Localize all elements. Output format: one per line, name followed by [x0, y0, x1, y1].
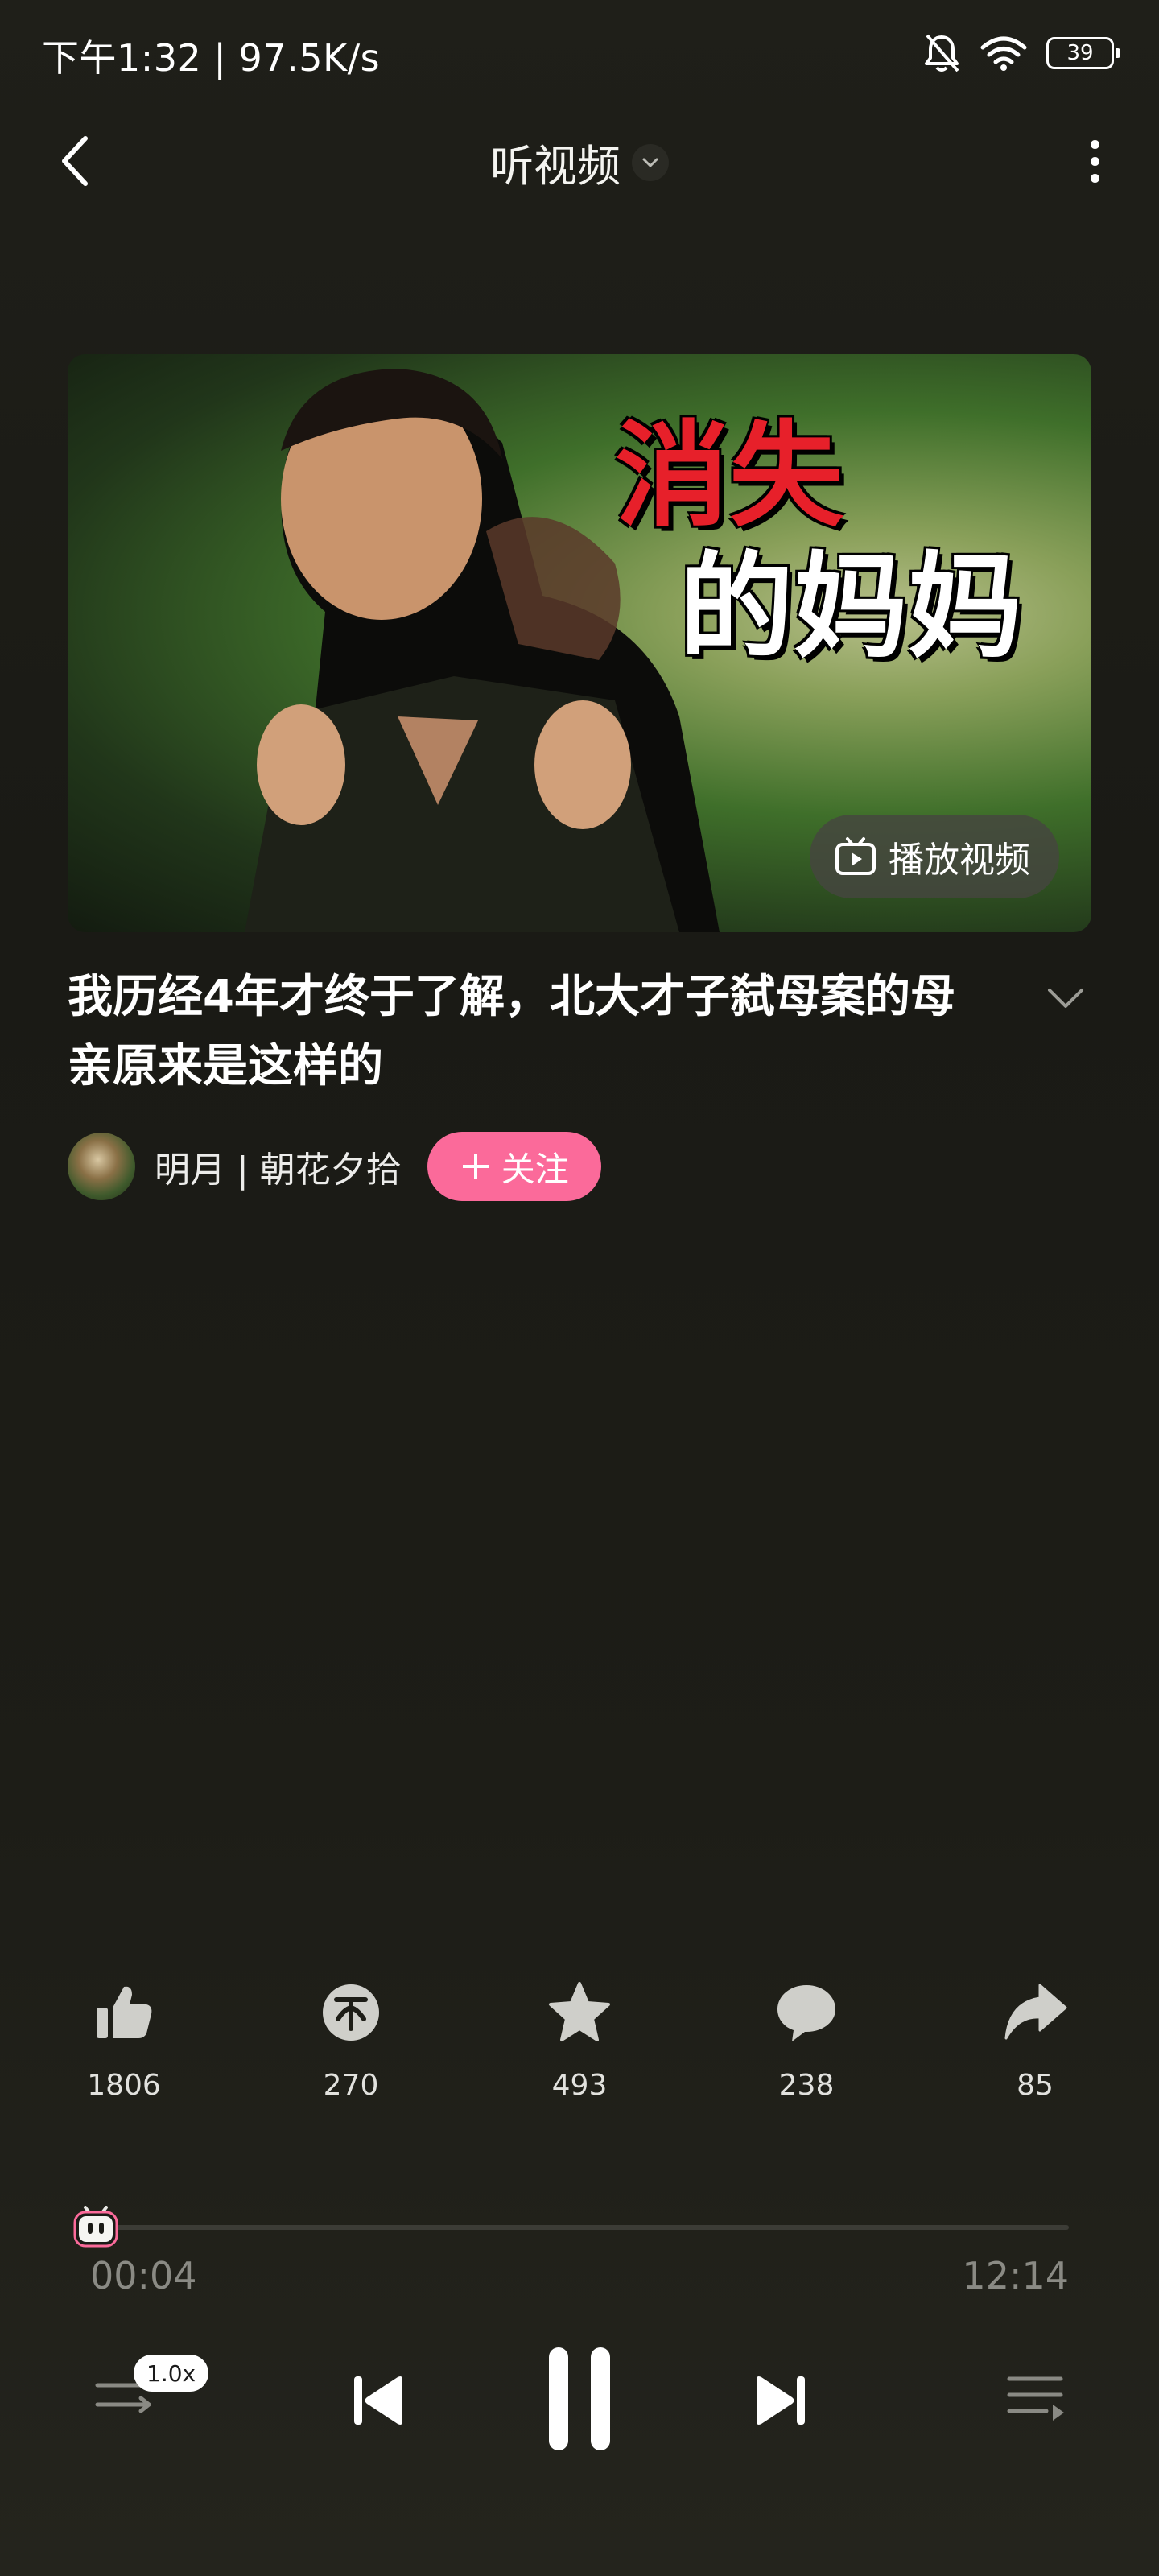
cover-title: 消失 的妈妈 [615, 411, 1022, 674]
coin-count: 270 [323, 2069, 379, 2102]
status-icons: 39 [922, 29, 1120, 77]
page-title: 听视频 [490, 141, 621, 192]
comment-icon [777, 1985, 835, 2041]
video-cover[interactable]: 消失 的妈妈 播放视频 [68, 354, 1091, 932]
chevron-down-icon [1048, 989, 1083, 1008]
cover-title-line1: 消失 [615, 410, 843, 543]
more-button[interactable] [1064, 130, 1125, 192]
coin-icon [323, 1984, 379, 2041]
previous-icon [354, 2376, 402, 2425]
share-icon [1004, 1984, 1067, 2040]
more-vertical-icon [1090, 139, 1099, 149]
tv-play-icon [835, 837, 876, 875]
coin-button[interactable]: 270 [270, 1979, 431, 2102]
comment-button[interactable]: 238 [726, 1979, 887, 2102]
wifi-icon [980, 36, 1027, 71]
like-button[interactable]: 1806 [43, 1979, 204, 2102]
like-count: 1806 [87, 2069, 161, 2102]
header-title-dropdown[interactable]: 听视频 [0, 130, 1159, 194]
next-button[interactable] [740, 2360, 821, 2441]
progress-thumb-icon[interactable] [72, 2206, 119, 2249]
cover-title-line2: 的妈妈 [679, 541, 1022, 675]
star-icon [549, 1982, 610, 2041]
next-icon [757, 2376, 805, 2425]
progress-bar[interactable] [93, 2225, 1069, 2230]
share-count: 85 [1017, 2069, 1054, 2102]
previous-button[interactable] [338, 2360, 419, 2441]
battery-level: 39 [1066, 41, 1094, 65]
share-button[interactable]: 85 [955, 1979, 1116, 2102]
battery-icon: 39 [1046, 37, 1120, 69]
listen-video-screen: 下午1:32 | 97.5K/s 39 听视频 消失 的妈妈 播放视频 我历经4… [0, 0, 1159, 2576]
thumbs-up-icon [97, 1986, 152, 2038]
video-title: 我历经4年才终于了解，北大才子弑母案的母亲原来是这样的 [68, 971, 955, 1092]
status-time: 下午1:32 | 97.5K/s [42, 36, 381, 80]
action-bar: 1806 270 493 238 85 [0, 1979, 1159, 2124]
author-name[interactable]: 明月 | 朝花夕拾 [155, 1141, 402, 1192]
favorite-count: 493 [551, 2069, 608, 2102]
status-bar: 下午1:32 | 97.5K/s 39 [0, 0, 1159, 105]
player-controls [0, 2318, 1159, 2479]
follow-label: 关注 [501, 1149, 569, 1189]
avatar[interactable] [68, 1133, 135, 1200]
current-time: 00:04 [90, 2254, 197, 2297]
play-video-button[interactable]: 播放视频 [810, 815, 1059, 898]
bell-mute-icon [925, 34, 959, 72]
play-video-label: 播放视频 [889, 840, 1030, 881]
header: 听视频 [0, 113, 1159, 209]
comment-count: 238 [778, 2069, 835, 2102]
pause-button[interactable] [531, 2334, 628, 2463]
plus-icon [462, 1154, 489, 1179]
playlist-button[interactable] [995, 2359, 1075, 2439]
favorite-button[interactable]: 493 [499, 1979, 660, 2102]
chevron-down-icon [632, 143, 669, 181]
total-time: 12:14 [962, 2254, 1069, 2297]
follow-button[interactable]: 关注 [427, 1132, 601, 1201]
expand-description-button[interactable] [1041, 974, 1090, 1022]
speed-badge[interactable]: 1.0x [134, 2355, 209, 2392]
playlist-icon [1007, 2376, 1064, 2421]
author-row: 明月 | 朝花夕拾 关注 [68, 1130, 601, 1203]
pause-icon [549, 2347, 610, 2450]
